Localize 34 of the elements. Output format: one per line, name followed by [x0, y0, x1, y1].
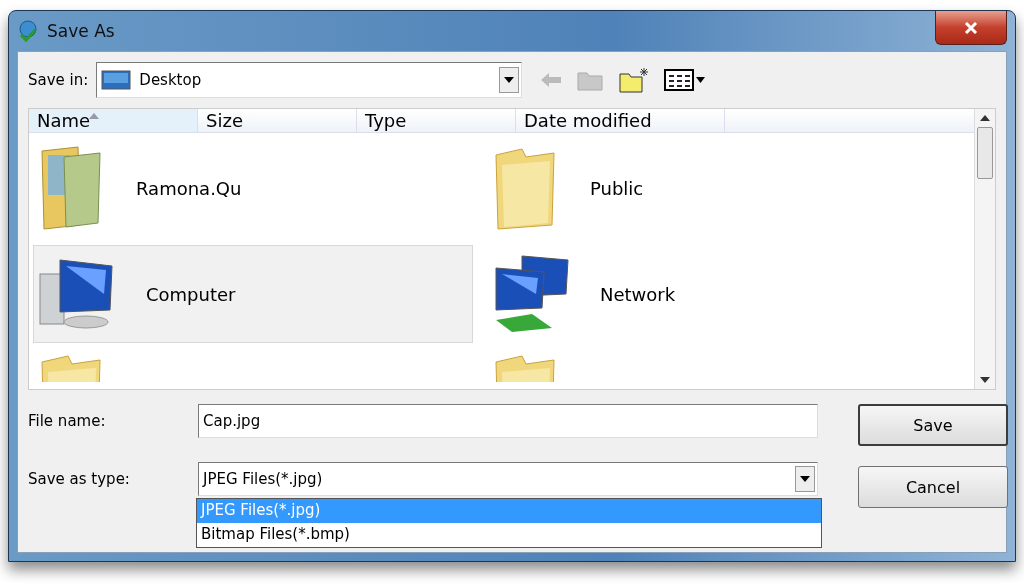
- back-arrow-icon[interactable]: [540, 72, 563, 88]
- column-header[interactable]: Type: [357, 109, 516, 132]
- item-label: Computer: [146, 283, 236, 305]
- scroll-down-icon[interactable]: [980, 377, 990, 383]
- file-item[interactable]: Network: [487, 245, 927, 343]
- window-title: Save As: [47, 21, 115, 41]
- view-menu-icon[interactable]: [664, 69, 707, 91]
- item-label: Network: [600, 283, 676, 305]
- network-computers-icon: [492, 254, 572, 334]
- save-as-type-label: Save as type:: [28, 470, 131, 488]
- dropdown-option[interactable]: Bitmap Files(*.bmp): [197, 523, 821, 547]
- item-label: Public: [590, 177, 644, 199]
- file-item[interactable]: Ramona.Qu: [33, 139, 473, 237]
- file-item[interactable]: Public: [487, 139, 927, 237]
- cancel-button[interactable]: Cancel: [858, 466, 1008, 508]
- close-button[interactable]: [935, 11, 1007, 45]
- save-in-dropdown[interactable]: Desktop: [96, 62, 523, 98]
- scrollbar[interactable]: [974, 109, 995, 389]
- item-label: Ramona.Qu: [136, 177, 242, 199]
- scroll-up-icon[interactable]: [980, 115, 990, 121]
- column-header[interactable]: Date modified: [516, 109, 725, 132]
- file-item[interactable]: Computer: [33, 245, 473, 343]
- file-type-dropdown[interactable]: JPEG Files(*.jpg): [198, 462, 818, 496]
- file-name-label: File name:: [28, 412, 107, 430]
- globe-check-icon: [17, 20, 39, 42]
- new-folder-icon[interactable]: [618, 66, 651, 94]
- column-header[interactable]: Name: [29, 109, 198, 132]
- close-icon: [964, 21, 978, 34]
- scroll-thumb[interactable]: [977, 127, 993, 179]
- desktop-icon: [101, 70, 132, 90]
- save-in-label: Save in:: [28, 71, 89, 89]
- column-header[interactable]: Size: [198, 109, 357, 132]
- save-button[interactable]: Save: [858, 404, 1008, 446]
- file-name-field[interactable]: Cap.jpg: [198, 404, 818, 438]
